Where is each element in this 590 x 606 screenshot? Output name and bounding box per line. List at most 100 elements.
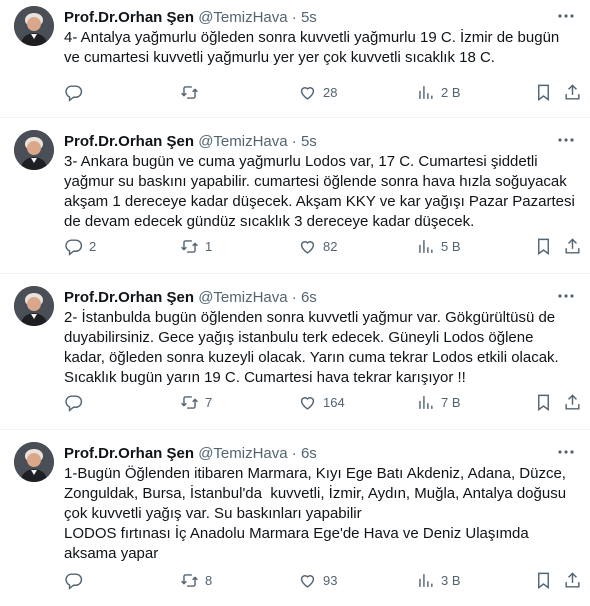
bookmark-icon: [538, 238, 549, 255]
avatar[interactable]: [14, 130, 54, 170]
tweet-text: 2- İstanbulda bugün öğlenden sonra kuvve…: [64, 309, 563, 386]
views-button[interactable]: 7 B: [416, 390, 461, 414]
reply-icon: [65, 572, 83, 590]
bookmark-icon: [538, 572, 549, 589]
avatar-image: [14, 442, 54, 482]
retweet-count: 1: [205, 238, 213, 254]
tweet[interactable]: Prof.Dr.Orhan Şen @TemizHava · 5s 3- Ank…: [0, 118, 590, 274]
views-count: 3 B: [441, 572, 461, 588]
retweet-button[interactable]: [180, 80, 205, 104]
separator-dot: ·: [291, 445, 297, 462]
reply-button[interactable]: 2: [64, 234, 96, 258]
like-button[interactable]: 164: [298, 390, 345, 414]
retweet-count: 7: [205, 394, 213, 410]
author-name[interactable]: Prof.Dr.Orhan Şen: [64, 133, 194, 150]
share-button[interactable]: [563, 390, 582, 414]
timestamp[interactable]: 5s: [301, 133, 317, 150]
retweet-button[interactable]: 8: [180, 568, 212, 592]
reply-count: 2: [89, 238, 97, 254]
like-count: 164: [323, 394, 345, 410]
tweet-actions: 2 1 82 5 B: [64, 234, 580, 258]
views-button[interactable]: 5 B: [416, 234, 461, 258]
tweet-actions: 28 2 B: [64, 80, 580, 104]
like-count: 82: [323, 238, 338, 254]
views-count: 2 B: [441, 84, 461, 100]
like-button[interactable]: 93: [298, 568, 337, 592]
author-handle[interactable]: @TemizHava: [198, 289, 287, 306]
author-handle[interactable]: @TemizHava: [198, 133, 287, 150]
tweet-feed: Prof.Dr.Orhan Şen @TemizHava · 5s 4- Ant…: [0, 0, 590, 606]
share-button[interactable]: [563, 234, 582, 258]
tweet-header: Prof.Dr.Orhan Şen @TemizHava · 5s: [64, 118, 574, 152]
reply-button[interactable]: [64, 390, 89, 414]
like-count: 93: [323, 572, 338, 588]
share-button[interactable]: [563, 568, 582, 592]
like-icon: [300, 574, 315, 588]
timestamp[interactable]: 5s: [301, 9, 317, 26]
tweet-text: 3- Ankara bugün ve cuma yağmurlu Lodos v…: [64, 153, 579, 230]
tweet[interactable]: Prof.Dr.Orhan Şen @TemizHava · 6s 1-Bugü…: [0, 430, 590, 606]
avatar[interactable]: [14, 286, 54, 326]
views-icon: [419, 85, 433, 99]
author-handle[interactable]: @TemizHava: [198, 9, 287, 26]
views-icon: [419, 239, 433, 253]
separator-dot: ·: [291, 9, 297, 26]
bookmark-icon: [538, 84, 549, 101]
separator-dot: ·: [291, 133, 297, 150]
share-icon: [565, 393, 580, 410]
tweet-actions: 7 164 7 B: [64, 390, 580, 414]
views-icon: [419, 395, 433, 409]
like-icon: [300, 396, 315, 410]
like-count: 28: [323, 84, 338, 100]
reply-icon: [65, 394, 83, 412]
share-icon: [565, 83, 580, 100]
like-icon: [300, 86, 315, 100]
author-handle[interactable]: @TemizHava: [198, 445, 287, 462]
more-icon[interactable]: [556, 130, 576, 150]
more-icon[interactable]: [556, 442, 576, 462]
like-button[interactable]: 82: [298, 234, 337, 258]
separator-dot: ·: [291, 289, 297, 306]
avatar-image: [14, 130, 54, 170]
tweet-header: Prof.Dr.Orhan Şen @TemizHava · 6s: [64, 274, 574, 308]
retweet-count: 8: [205, 572, 213, 588]
avatar-image: [14, 286, 54, 326]
retweet-icon: [181, 85, 198, 99]
retweet-icon: [181, 395, 198, 409]
reply-icon: [65, 84, 83, 102]
reply-button[interactable]: [64, 568, 89, 592]
bookmark-button[interactable]: [534, 568, 553, 592]
views-button[interactable]: 2 B: [416, 80, 461, 104]
bookmark-icon: [538, 394, 549, 411]
share-icon: [565, 571, 580, 588]
views-count: 5 B: [441, 238, 461, 254]
bookmark-button[interactable]: [534, 390, 553, 414]
tweet-text: 4- Antalya yağmurlu öğleden sonra kuvvet…: [64, 29, 564, 66]
tweet-actions: 8 93 3 B: [64, 568, 580, 592]
tweet[interactable]: Prof.Dr.Orhan Şen @TemizHava · 5s 4- Ant…: [0, 0, 590, 118]
like-button[interactable]: 28: [298, 80, 337, 104]
author-name[interactable]: Prof.Dr.Orhan Şen: [64, 445, 194, 462]
like-icon: [300, 240, 315, 254]
tweet[interactable]: Prof.Dr.Orhan Şen @TemizHava · 6s 2- İst…: [0, 274, 590, 430]
avatar[interactable]: [14, 442, 54, 482]
tweet-header: Prof.Dr.Orhan Şen @TemizHava · 6s: [64, 430, 574, 464]
bookmark-button[interactable]: [534, 80, 553, 104]
retweet-button[interactable]: 7: [180, 390, 212, 414]
views-count: 7 B: [441, 394, 461, 410]
views-icon: [419, 573, 433, 587]
share-icon: [565, 237, 580, 254]
author-name[interactable]: Prof.Dr.Orhan Şen: [64, 289, 194, 306]
more-icon[interactable]: [556, 286, 576, 306]
more-icon[interactable]: [556, 6, 576, 26]
timestamp[interactable]: 6s: [301, 289, 317, 306]
author-name[interactable]: Prof.Dr.Orhan Şen: [64, 9, 194, 26]
views-button[interactable]: 3 B: [416, 568, 461, 592]
reply-button[interactable]: [64, 80, 89, 104]
tweet-text: 1-Bugün Öğlenden itibaren Marmara, Kıyı …: [64, 465, 567, 562]
bookmark-button[interactable]: [534, 234, 553, 258]
timestamp[interactable]: 6s: [301, 445, 317, 462]
retweet-button[interactable]: 1: [180, 234, 212, 258]
avatar[interactable]: [14, 6, 54, 46]
share-button[interactable]: [563, 80, 582, 104]
